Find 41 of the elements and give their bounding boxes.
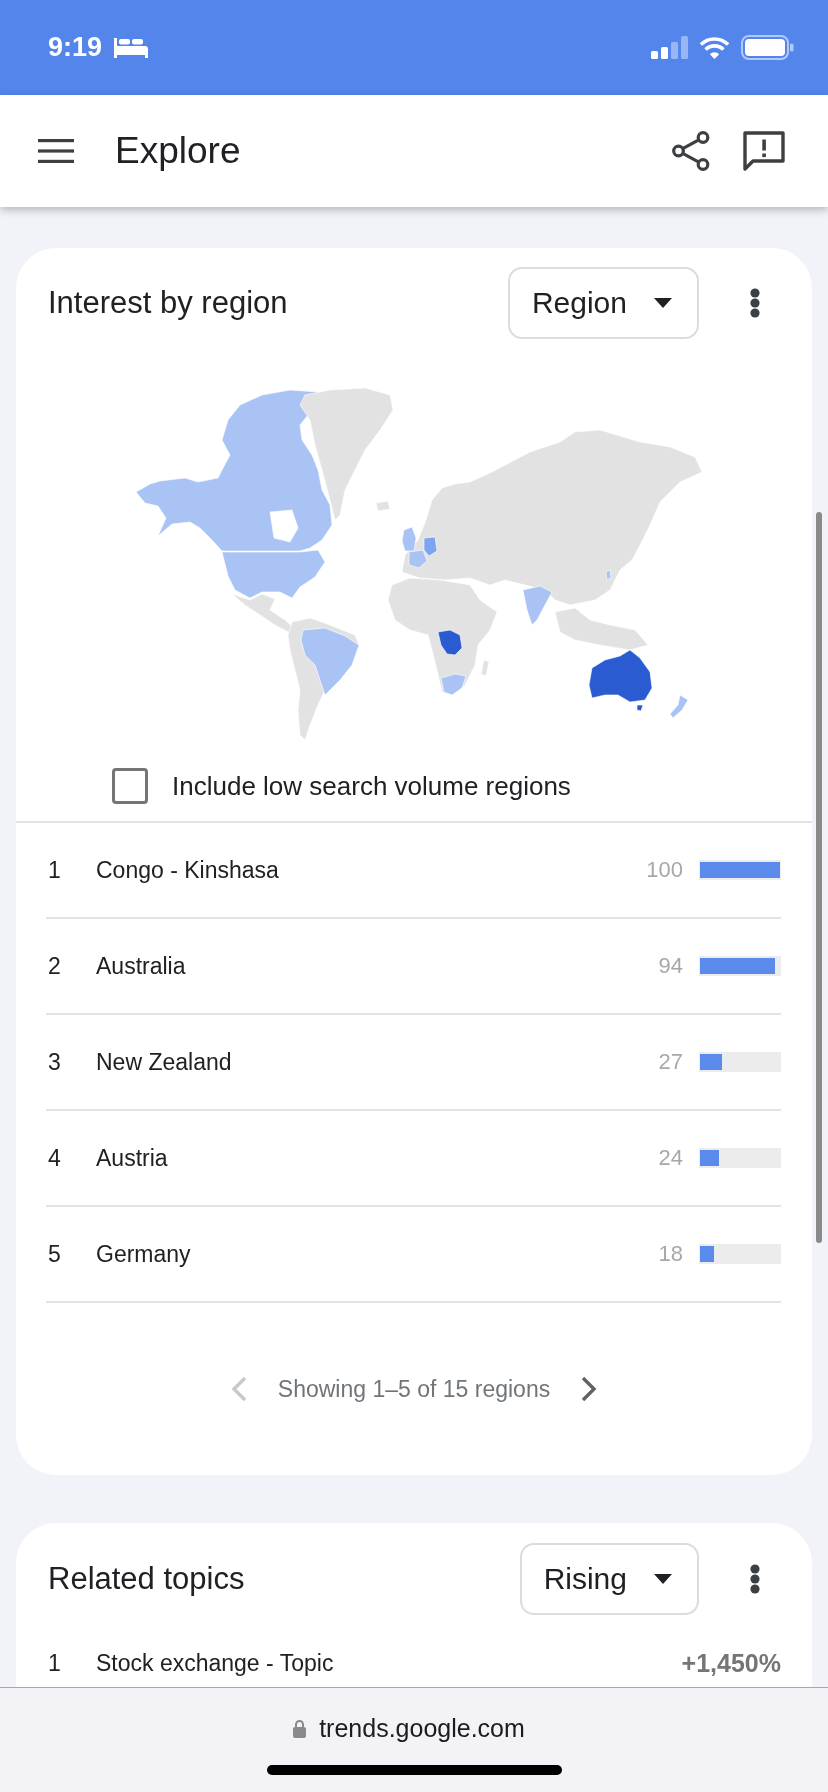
interest-value: 18 bbox=[658, 1241, 683, 1267]
topic-change-value: +1,450% bbox=[681, 1648, 781, 1678]
battery-icon bbox=[741, 35, 794, 60]
more-options-icon[interactable] bbox=[750, 1564, 760, 1594]
rank-number: 2 bbox=[47, 952, 62, 980]
caret-icon bbox=[654, 298, 672, 308]
region-name: Australia bbox=[96, 952, 187, 980]
signal-icon bbox=[651, 36, 688, 59]
interest-value: 94 bbox=[658, 953, 683, 979]
rank-number: 4 bbox=[47, 1144, 62, 1172]
bed-icon bbox=[114, 37, 149, 58]
rising-dropdown[interactable]: Rising bbox=[519, 1543, 699, 1615]
interest-value: 100 bbox=[646, 857, 683, 883]
lock-icon bbox=[293, 1719, 307, 1738]
topic-name: Stock exchange - Topic bbox=[96, 1649, 335, 1677]
checkbox-label: Include low search volume regions bbox=[172, 770, 571, 802]
region-name: Austria bbox=[96, 1144, 169, 1172]
rank-number: 3 bbox=[47, 1048, 62, 1076]
rank-number: 1 bbox=[47, 856, 62, 884]
chevron-right-icon[interactable] bbox=[580, 1376, 599, 1402]
status-time: 9:19 bbox=[48, 32, 103, 63]
url-text[interactable]: trends.google.com bbox=[319, 1714, 525, 1743]
pagination-text: Showing 1–5 of 15 regions bbox=[277, 1375, 551, 1403]
share-icon[interactable] bbox=[672, 131, 710, 171]
region-name: Germany bbox=[96, 1240, 192, 1268]
caret-icon bbox=[654, 1574, 672, 1584]
rank-number: 5 bbox=[47, 1240, 62, 1268]
menu-icon[interactable] bbox=[38, 139, 74, 163]
feedback-icon[interactable] bbox=[743, 131, 785, 171]
region-dropdown[interactable]: Region bbox=[507, 267, 699, 339]
checkbox[interactable] bbox=[112, 768, 148, 804]
interest-value: 27 bbox=[658, 1049, 683, 1075]
wifi-icon bbox=[699, 35, 730, 60]
rank-number: 1 bbox=[47, 1649, 62, 1677]
more-options-icon[interactable] bbox=[750, 288, 760, 318]
region-name: New Zealand bbox=[96, 1048, 233, 1076]
card-title: Related topics bbox=[48, 1561, 246, 1597]
page-title: Explore bbox=[115, 130, 241, 172]
region-name: Congo - Kinshasa bbox=[96, 856, 280, 884]
interest-value: 24 bbox=[658, 1145, 683, 1171]
card-title: Interest by region bbox=[48, 285, 289, 321]
